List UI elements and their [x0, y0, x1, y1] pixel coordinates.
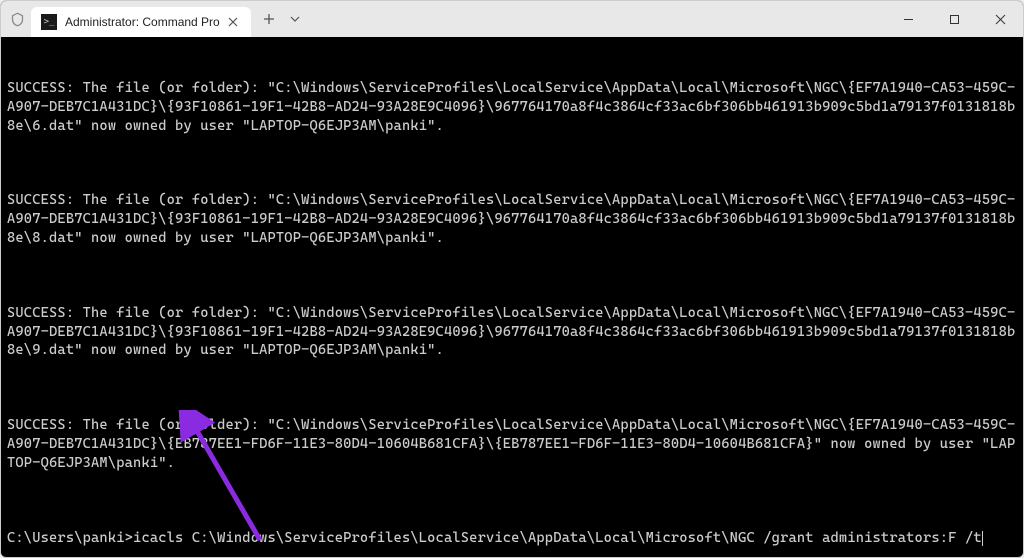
command-text: icacls C:\Windows\ServiceProfiles\LocalS… [133, 530, 982, 546]
maximize-button[interactable] [931, 1, 977, 37]
output-line: SUCCESS: The file (or folder): "C:\Windo… [7, 191, 1017, 248]
close-icon[interactable] [225, 14, 241, 30]
chevron-down-icon[interactable] [283, 5, 307, 33]
tab-active[interactable]: >_ Administrator: Command Pro [31, 7, 251, 37]
shield-icon [7, 9, 27, 29]
tab-title: Administrator: Command Pro [65, 15, 225, 29]
close-button[interactable] [977, 1, 1023, 37]
output-line: SUCCESS: The file (or folder): "C:\Windo… [7, 416, 1017, 473]
minimize-button[interactable] [885, 1, 931, 37]
titlebar: >_ Administrator: Command Pro [1, 1, 1023, 37]
terminal-output[interactable]: SUCCESS: The file (or folder): "C:\Windo… [1, 37, 1023, 557]
cursor [982, 531, 983, 546]
terminal-window: >_ Administrator: Command Pro [0, 0, 1024, 558]
titlebar-left: >_ Administrator: Command Pro [1, 1, 307, 37]
output-line: SUCCESS: The file (or folder): "C:\Windo… [7, 79, 1017, 136]
window-controls [885, 1, 1023, 37]
prompt-text: C:\Users\panki> [7, 530, 133, 546]
prompt-line: C:\Users\panki>icacls C:\Windows\Service… [7, 529, 1017, 548]
new-tab-button[interactable] [255, 5, 283, 33]
terminal-icon: >_ [41, 14, 57, 30]
output-line: SUCCESS: The file (or folder): "C:\Windo… [7, 304, 1017, 361]
